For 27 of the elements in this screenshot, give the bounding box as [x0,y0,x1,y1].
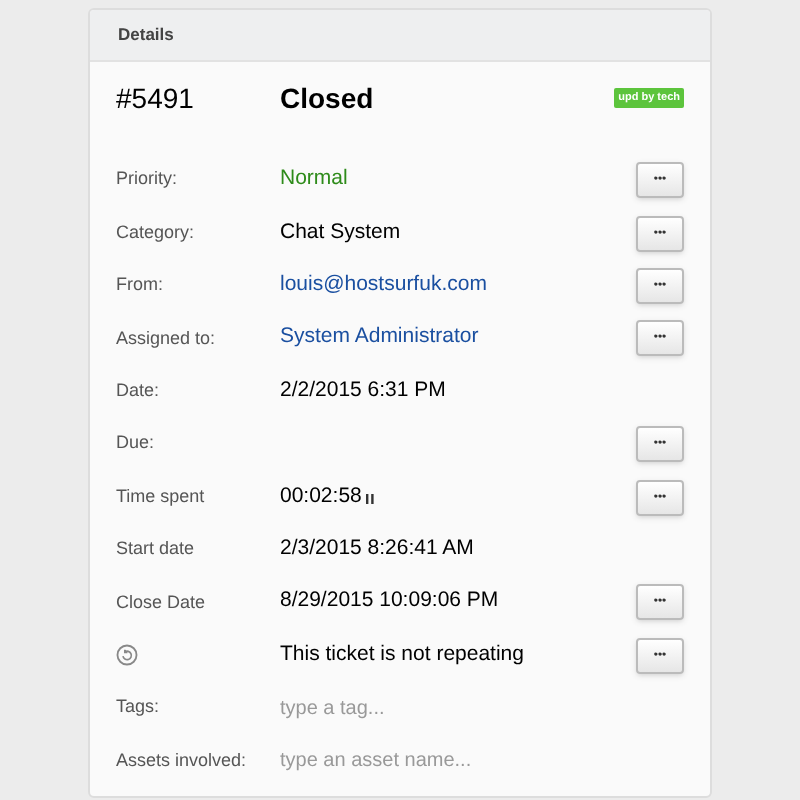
ticket-number: #5491 [116,79,196,117]
field-label: Start date [116,536,195,563]
field-value: Chat System [280,217,401,248]
field-label: Due: [116,430,155,457]
field-label: Category: [116,219,195,246]
field-label: Tags: [116,694,160,721]
field-label: Time spent [116,483,205,510]
field-value: 00:02:58 [280,481,362,512]
input-field[interactable]: type an asset name... [280,745,580,776]
field-value: 2/2/2015 6:31 PM [280,375,446,406]
field-label: Close Date [116,589,206,616]
field-value: System Administrator [280,322,479,353]
repeat-icon [116,644,138,667]
field-label: Assigned to: [116,325,216,352]
input-field[interactable]: type a tag... [280,693,580,724]
field-value: 8/29/2015 10:09:06 PM [280,586,499,617]
field-value: Normal [280,164,348,195]
field-value: 2/3/2015 8:26:41 AM [280,534,474,565]
ticket-status: Closed [280,79,376,117]
field-label: Date: [116,378,160,404]
field-label: Assets involved: [116,747,247,774]
field-label: From: [116,272,163,299]
panel-title: Details [118,22,174,48]
field-value: This ticket is not repeating [280,639,524,670]
field-label: Priority: [116,166,178,193]
pause-icon[interactable] [365,494,374,505]
field-value: louis@hostsurfuk.com [280,270,487,301]
